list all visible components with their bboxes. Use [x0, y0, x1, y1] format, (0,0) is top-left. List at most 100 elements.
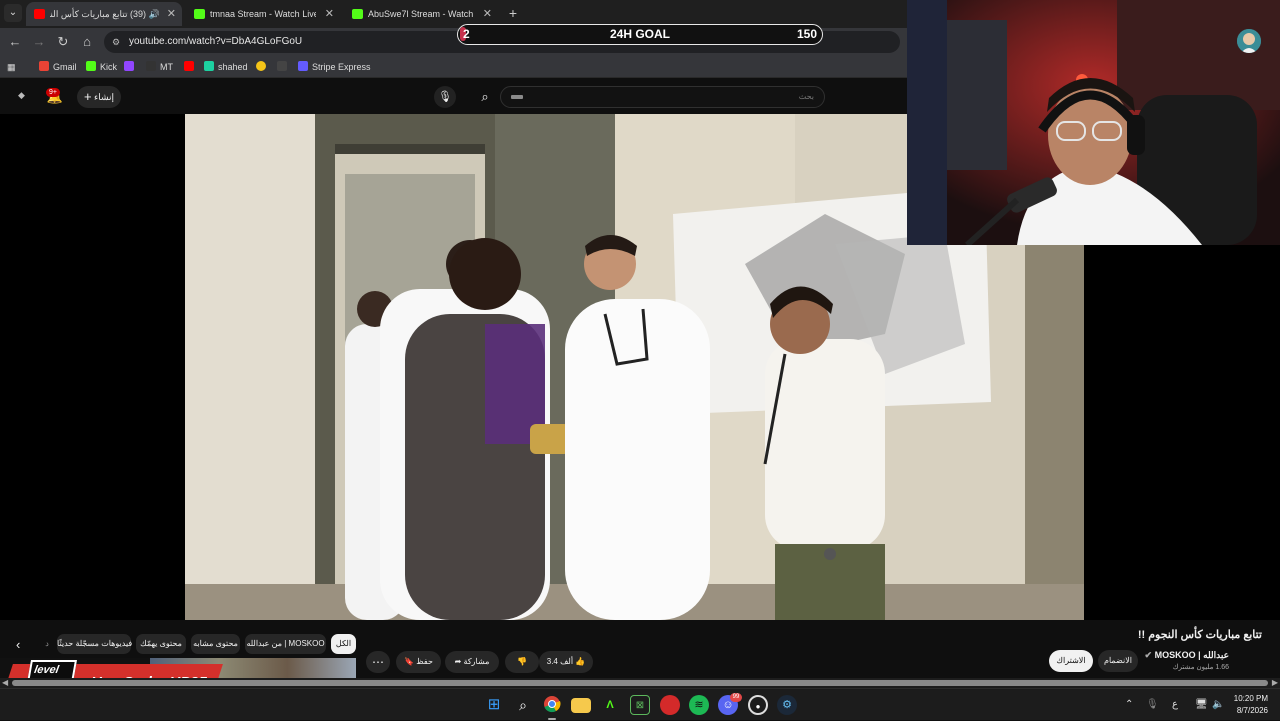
- more-actions-icon[interactable]: ⋯: [366, 651, 390, 673]
- close-tab-icon[interactable]: ✕: [167, 2, 176, 26]
- bookmark-kick[interactable]: Kick: [86, 56, 117, 78]
- chip-for-you[interactable]: محتوى يهمّك: [136, 634, 186, 654]
- search-placeholder: بحث: [798, 92, 814, 101]
- bookmark-icon: 🔖: [404, 657, 415, 666]
- share-button[interactable]: ➦ مشاركة: [445, 651, 499, 673]
- chip-from-channel[interactable]: من عبدالله | MOSKOO: [245, 634, 326, 654]
- tab-abuswe7l[interactable]: AbuSwe7l Stream - Watch Live ✕: [344, 2, 498, 26]
- notification-count-badge: 9+: [46, 88, 60, 97]
- xbox-icon[interactable]: ⊠: [630, 695, 650, 715]
- youtube-favicon-icon: [34, 9, 45, 19]
- bookmark-misc[interactable]: [277, 56, 291, 78]
- network-icon[interactable]: 🖥: [1195, 689, 1208, 721]
- chrome-icon[interactable]: [542, 695, 562, 715]
- bookmark-twitch[interactable]: [124, 56, 138, 78]
- text-cursor: [511, 95, 523, 99]
- file-explorer-icon[interactable]: [571, 698, 591, 713]
- tab-tmnaa[interactable]: tmnaa Stream - Watch Live on ✕: [186, 2, 340, 26]
- scroll-right-arrow-icon[interactable]: ▶: [1272, 678, 1278, 687]
- bookmarks-bar: ▦ Gmail Kick MT shahed Stripe Express: [0, 56, 907, 78]
- system-clock[interactable]: 10:20 PM 8/7/2026: [1234, 693, 1268, 717]
- new-tab-button[interactable]: +: [505, 4, 521, 22]
- channel-name[interactable]: عبدالله | MOSKOO ✔: [1145, 650, 1229, 661]
- bookmark-stripe[interactable]: Stripe Express: [298, 56, 371, 78]
- voice-search-mic-icon[interactable]: 🎙: [434, 86, 456, 108]
- channel-avatar-image: [1237, 29, 1261, 53]
- search-icon[interactable]: ⌕: [472, 86, 498, 108]
- chevron-left-icon[interactable]: ‹: [16, 637, 20, 652]
- volume-icon[interactable]: 🔈: [1212, 689, 1224, 721]
- channel-name-text: عبدالله | MOSKOO: [1154, 650, 1229, 660]
- youtube-icon: [184, 61, 194, 71]
- bookmark-gmail[interactable]: Gmail: [39, 56, 77, 78]
- create-button[interactable]: + إنشاء: [77, 86, 121, 108]
- red-app-icon[interactable]: [660, 695, 680, 715]
- clock-time: 10:20 PM: [1233, 694, 1268, 703]
- verified-check-icon: ✔: [1144, 650, 1153, 660]
- create-label: إنشاء: [94, 92, 115, 102]
- search-input[interactable]: بحث: [500, 86, 825, 108]
- like-button[interactable]: 3.4 ألف 👍: [539, 651, 593, 673]
- chip-overflow: د: [45, 639, 49, 648]
- join-button[interactable]: الانضمام: [1098, 650, 1138, 672]
- streamer-webcam-feed: [907, 0, 1280, 245]
- speaker-icon[interactable]: 🔊: [149, 2, 160, 26]
- chevron-up-icon[interactable]: ⌃: [1125, 689, 1133, 721]
- scrollbar-thumb[interactable]: [12, 680, 1268, 686]
- close-tab-icon[interactable]: ✕: [483, 2, 492, 26]
- windows-taskbar: ⊞ ⌕ Λ ⊠ ≋ ☺ 99 ● ⚙ ⌃ 🎙 ع 🖥 🔈 10:20 PM 8/…: [0, 688, 1280, 720]
- back-icon[interactable]: ←: [7, 34, 23, 50]
- bookmark-youtube[interactable]: [184, 56, 198, 78]
- shahed-icon: [204, 61, 214, 71]
- obs-icon[interactable]: ●: [748, 695, 768, 715]
- plus-icon: +: [83, 89, 92, 104]
- reload-icon[interactable]: ↻: [55, 34, 71, 50]
- goal-end-value: 150: [796, 27, 817, 41]
- subscribe-button[interactable]: الاشتراك: [1049, 650, 1093, 672]
- steam-icon[interactable]: ⚙: [777, 695, 797, 715]
- account-avatar[interactable]: ◆: [18, 90, 28, 102]
- app-icon[interactable]: Λ: [600, 695, 620, 715]
- bookmark-mt[interactable]: MT: [146, 56, 173, 78]
- stripe-icon: [298, 61, 308, 71]
- tab-search-dropdown[interactable]: ⌄: [4, 4, 22, 22]
- app-icon: [277, 61, 287, 71]
- bookmark-shahed[interactable]: shahed: [204, 56, 248, 78]
- kick-icon: [86, 61, 96, 71]
- twitch-icon: [124, 61, 134, 71]
- chip-recently-uploaded[interactable]: فيديوهات مسجّلة حديثًا: [57, 634, 132, 654]
- bookmark-label: Kick: [100, 62, 118, 72]
- bookmark-label: Stripe Express: [312, 62, 371, 72]
- share-icon: ➦: [454, 657, 462, 666]
- windows-icon[interactable]: ⊞: [484, 695, 504, 715]
- forward-icon[interactable]: →: [31, 34, 47, 50]
- horizontal-scrollbar[interactable]: ◀ ▶: [0, 678, 1280, 688]
- bookmark-bulb[interactable]: [256, 56, 270, 78]
- spotify-icon[interactable]: ≋: [689, 695, 709, 715]
- language-indicator[interactable]: ع: [1172, 689, 1178, 721]
- close-tab-icon[interactable]: ✕: [325, 2, 334, 26]
- webcam-overlay: [907, 0, 1280, 245]
- goal-label: 24H GOAL: [609, 27, 670, 41]
- chrome-logo: [544, 696, 561, 713]
- scroll-left-arrow-icon[interactable]: ◀: [2, 678, 8, 687]
- channel-avatar[interactable]: [1237, 29, 1261, 53]
- site-info-icon[interactable]: ⚙: [110, 36, 122, 48]
- chip-related[interactable]: محتوى مشابه: [191, 634, 240, 654]
- search-icon[interactable]: ⌕: [513, 695, 533, 715]
- dislike-button[interactable]: 👎: [505, 651, 539, 673]
- like-count: 3.4 ألف: [546, 657, 574, 666]
- bookmark-label: shahed: [218, 62, 248, 72]
- share-label: مشاركة: [463, 657, 490, 666]
- chip-all[interactable]: الكل: [331, 634, 356, 654]
- home-icon[interactable]: ⌂: [79, 34, 95, 50]
- apps-grid-icon[interactable]: ▦: [7, 56, 16, 78]
- thumbs-down-icon: 👎: [517, 657, 527, 666]
- gmail-icon: [39, 61, 49, 71]
- mic-tray-icon[interactable]: 🎙: [1146, 689, 1159, 721]
- tab-youtube[interactable]: (39) تتابع مباريات كأس النجو 🔊 ✕: [26, 2, 182, 26]
- url-text[interactable]: youtube.com/watch?v=DbA4GLoFGoU: [129, 31, 302, 53]
- save-button[interactable]: 🔖 حفظ: [396, 651, 441, 673]
- kick-favicon-icon: [352, 9, 363, 19]
- clock-date: 8/7/2026: [1236, 706, 1268, 715]
